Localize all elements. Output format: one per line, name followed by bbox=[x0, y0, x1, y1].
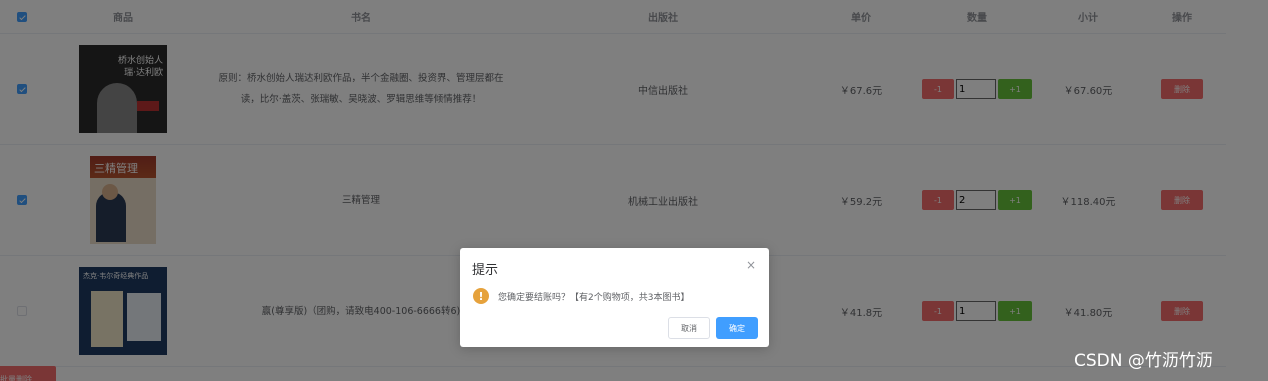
watermark: CSDN @竹沥竹沥 bbox=[1074, 351, 1213, 371]
confirm-dialog: 提示 × ! 您确定要结账吗？【有2个购物项，共3本图书】 取消 确定 bbox=[460, 248, 769, 347]
confirm-button[interactable]: 确定 bbox=[716, 317, 758, 339]
dialog-message: 您确定要结账吗？【有2个购物项，共3本图书】 bbox=[498, 293, 690, 303]
dialog-title: 提示 bbox=[472, 263, 499, 278]
close-icon[interactable]: × bbox=[746, 258, 756, 272]
cancel-button[interactable]: 取消 bbox=[668, 317, 710, 339]
warning-icon: ! bbox=[473, 288, 489, 304]
